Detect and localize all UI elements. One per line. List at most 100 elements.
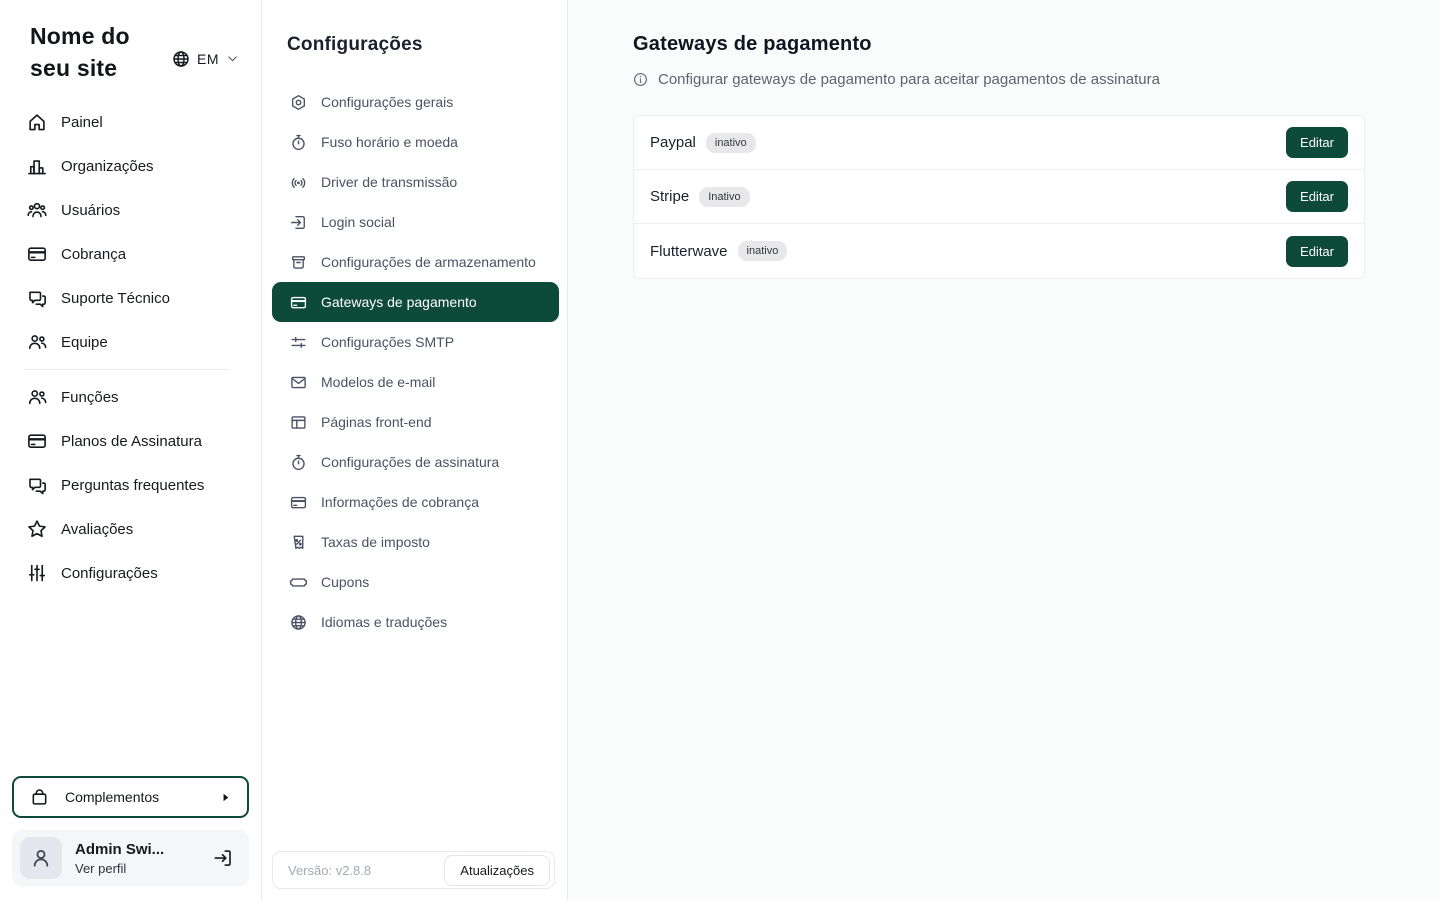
avatar — [20, 837, 62, 879]
settings-item-fuso[interactable]: Fuso horário e moeda — [272, 122, 559, 162]
settings-nav: Configurações gerais Fuso horário e moed… — [262, 82, 567, 642]
gateway-row-stripe: Stripe Inativo Editar — [634, 170, 1364, 224]
sidebar-item-painel[interactable]: Painel — [0, 100, 261, 144]
sidebar-item-suporte[interactable]: Suporte Técnico — [0, 276, 261, 320]
settings-item-login-social[interactable]: Login social — [272, 202, 559, 242]
settings-item-label: Configurações gerais — [321, 94, 453, 110]
sidebar-item-funcoes[interactable]: Funções — [0, 375, 261, 419]
chat-icon — [27, 288, 47, 308]
version-label: Versão: v2.8.8 — [288, 863, 371, 878]
gateway-status-badge: inativo — [706, 133, 756, 153]
buildings-icon — [27, 156, 47, 176]
sidebar-item-label: Funções — [61, 389, 119, 406]
sidebar-item-label: Cobrança — [61, 246, 126, 263]
caret-right-icon — [220, 792, 231, 803]
receipt-icon — [290, 534, 307, 551]
settings-item-taxas[interactable]: Taxas de imposto — [272, 522, 559, 562]
users-icon — [27, 200, 47, 220]
gateway-list: Paypal inativo Editar Stripe Inativo Edi… — [633, 115, 1365, 279]
sidebar-item-label: Avaliações — [61, 521, 133, 538]
settings-item-label: Driver de transmissão — [321, 174, 457, 190]
sidebar-item-label: Usuários — [61, 202, 120, 219]
settings-title: Configurações — [262, 0, 567, 56]
settings-item-label: Gateways de pagamento — [321, 294, 477, 310]
person-icon — [30, 847, 52, 869]
sidebar-item-organizacoes[interactable]: Organizações — [0, 144, 261, 188]
info-icon — [633, 72, 648, 87]
settings-item-label: Informações de cobrança — [321, 494, 479, 510]
gateway-status-badge: Inativo — [699, 187, 749, 207]
team-icon — [27, 332, 47, 352]
sidebar-item-usuarios[interactable]: Usuários — [0, 188, 261, 232]
gateway-row-flutterwave: Flutterwave inativo Editar — [634, 224, 1364, 278]
page-subtitle: Configurar gateways de pagamento para ac… — [633, 71, 1365, 88]
nav-divider — [25, 369, 229, 370]
settings-item-modelos-email[interactable]: Modelos de e-mail — [272, 362, 559, 402]
page-subtitle-text: Configurar gateways de pagamento para ac… — [658, 71, 1160, 88]
settings-item-gerais[interactable]: Configurações gerais — [272, 82, 559, 122]
settings-item-label: Cupons — [321, 574, 369, 590]
sidebar-item-avaliacoes[interactable]: Avaliações — [0, 507, 261, 551]
bag-icon — [30, 788, 49, 807]
stopwatch-icon — [290, 454, 307, 471]
sidebar-item-label: Planos de Assinatura — [61, 433, 202, 450]
sidebar-item-configuracoes[interactable]: Configurações — [0, 551, 261, 595]
sidebar-item-label: Painel — [61, 114, 103, 131]
storage-icon — [290, 254, 307, 271]
settings-item-transmissao[interactable]: Driver de transmissão — [272, 162, 559, 202]
addons-button[interactable]: Complementos — [12, 776, 249, 818]
broadcast-icon — [290, 174, 307, 191]
edit-gateway-button[interactable]: Editar — [1286, 181, 1348, 212]
settings-sidebar: Configurações Configurações gerais Fuso … — [262, 0, 568, 900]
settings-item-smtp[interactable]: Configurações SMTP — [272, 322, 559, 362]
sidebar-item-label: Configurações — [61, 565, 158, 582]
profile-card[interactable]: Admin Swi... Ver perfil — [12, 830, 249, 886]
sliders-icon — [290, 334, 307, 351]
gateway-row-paypal: Paypal inativo Editar — [634, 116, 1364, 170]
settings-item-armazenamento[interactable]: Configurações de armazenamento — [272, 242, 559, 282]
sidebar-item-planos[interactable]: Planos de Assinatura — [0, 419, 261, 463]
stopwatch-icon — [290, 134, 307, 151]
team-icon — [27, 387, 47, 407]
sidebar-item-label: Organizações — [61, 158, 154, 175]
login-icon — [290, 214, 307, 231]
version-bar: Versão: v2.8.8 Atualizações — [272, 851, 555, 889]
settings-item-assinatura[interactable]: Configurações de assinatura — [272, 442, 559, 482]
envelope-icon — [290, 374, 307, 391]
gateway-status-badge: inativo — [738, 241, 788, 261]
settings-item-label: Configurações de armazenamento — [321, 254, 536, 270]
settings-item-info-cobranca[interactable]: Informações de cobrança — [272, 482, 559, 522]
settings-item-label: Taxas de imposto — [321, 534, 430, 550]
settings-item-label: Idiomas e traduções — [321, 614, 447, 630]
sidebar-item-equipe[interactable]: Equipe — [0, 320, 261, 364]
credit-card-icon — [27, 244, 47, 264]
profile-name: Admin Swi... — [75, 841, 164, 858]
settings-item-label: Login social — [321, 214, 395, 230]
updates-button[interactable]: Atualizações — [444, 855, 550, 886]
settings-item-idiomas[interactable]: Idiomas e traduções — [272, 602, 559, 642]
credit-card-icon — [290, 494, 307, 511]
star-icon — [27, 519, 47, 539]
profile-view-link[interactable]: Ver perfil — [75, 861, 164, 876]
settings-item-cupons[interactable]: Cupons — [272, 562, 559, 602]
edit-gateway-button[interactable]: Editar — [1286, 127, 1348, 158]
sidebar-item-cobranca[interactable]: Cobrança — [0, 232, 261, 276]
main-nav: Painel Organizações Usuários Cobrança Su… — [0, 100, 261, 595]
language-selector[interactable]: EM — [172, 33, 239, 84]
sidebar-item-label: Equipe — [61, 334, 108, 351]
settings-item-paginas[interactable]: Páginas front-end — [272, 402, 559, 442]
gateway-name: Paypal — [650, 134, 696, 151]
settings-item-gateways[interactable]: Gateways de pagamento — [272, 282, 559, 322]
chevron-down-icon — [226, 52, 239, 65]
main-content: Gateways de pagamento Configurar gateway… — [568, 0, 1440, 900]
credit-card-icon — [27, 431, 47, 451]
edit-gateway-button[interactable]: Editar — [1286, 236, 1348, 267]
brand-row: Nome do seu site EM — [0, 0, 261, 84]
sidebar-item-label: Suporte Técnico — [61, 290, 170, 307]
settings-item-label: Modelos de e-mail — [321, 374, 435, 390]
page-title: Gateways de pagamento — [633, 33, 1365, 56]
globe-icon — [290, 614, 307, 631]
sidebar-item-faq[interactable]: Perguntas frequentes — [0, 463, 261, 507]
addons-label: Complementos — [65, 789, 159, 805]
logout-icon[interactable] — [213, 848, 233, 868]
